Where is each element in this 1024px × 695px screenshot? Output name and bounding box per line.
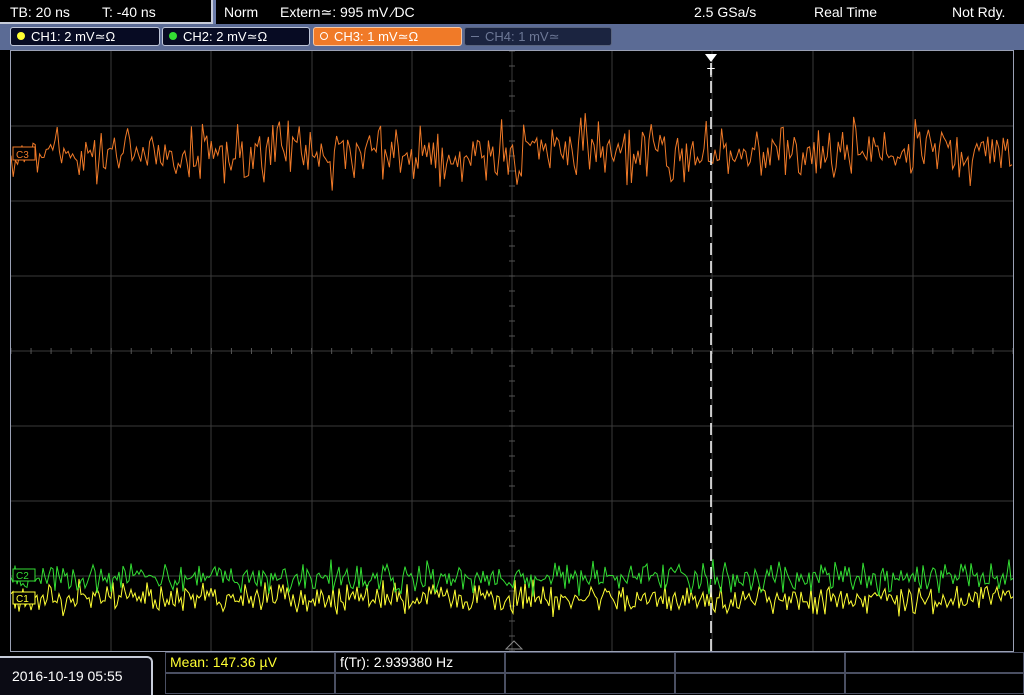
tab-ch2[interactable]: CH2: 2 mV≃Ω [162, 27, 310, 46]
ch1-color-dot [17, 32, 25, 40]
datetime-box: 2016-10-19 05:55 [0, 656, 153, 695]
graticule [11, 51, 1013, 651]
sample-rate[interactable]: 2.5 GSa/s [694, 4, 756, 20]
timebase-value[interactable]: TB: 20 ns [10, 4, 70, 20]
measurement-mean[interactable]: Mean: 147.36 µV [165, 652, 335, 673]
measurement-slot-3[interactable] [505, 652, 675, 673]
measurement-panel: Mean: 147.36 µV f(Tr): 2.939380 Hz [165, 652, 1024, 695]
measurement-slot-6[interactable] [165, 673, 335, 694]
measurement-slot-7[interactable] [335, 673, 505, 694]
tab-ch4[interactable]: CH4: 1 mV≃ [464, 27, 612, 46]
measurement-mean-value: Mean: 147.36 µV [170, 654, 277, 670]
ch3-label: CH3: 1 mV≃Ω [334, 29, 419, 44]
timebase-box[interactable]: TB: 20 ns T: -40 ns [0, 0, 213, 24]
ch3-marker-label: C3 [16, 150, 29, 161]
ch3-offset-marker[interactable]: C3 [12, 146, 36, 161]
ch3-color-dot [320, 32, 328, 40]
top-status-bar: TB: 20 ns T: -40 ns Norm Extern≃: 995 mV… [0, 0, 1024, 24]
run-status: Not Rdy. [952, 4, 1006, 20]
measurement-frequency[interactable]: f(Tr): 2.939380 Hz [335, 652, 505, 673]
acq-realtime-mode[interactable]: Real Time [814, 4, 877, 20]
ch1-label: CH1: 2 mV≃Ω [31, 29, 116, 44]
datetime-value: 2016-10-19 05:55 [12, 668, 123, 684]
waveform-canvas[interactable]: T C3 C2 C1 [11, 51, 1013, 651]
horizontal-position-marker-icon[interactable] [504, 640, 524, 650]
trigger-source[interactable]: Extern≃: 995 mV ∕DC [280, 4, 415, 21]
trigger-label: T [707, 65, 715, 80]
tab-ch1[interactable]: CH1: 2 mV≃Ω [10, 27, 160, 46]
acquisition-status: Norm Extern≃: 995 mV ∕DC 2.5 GSa/s Real … [216, 0, 1024, 24]
ch2-marker-label: C2 [16, 571, 29, 582]
measurement-slot-9[interactable] [675, 673, 845, 694]
ch4-label: CH4: 1 mV≃ [485, 29, 560, 44]
trigger-offset-value[interactable]: T: -40 ns [102, 4, 156, 20]
ch2-label: CH2: 2 mV≃Ω [183, 29, 268, 44]
tab-ch3[interactable]: CH3: 1 mV≃Ω [313, 27, 462, 46]
measurement-slot-8[interactable] [505, 673, 675, 694]
measurement-frequency-value: f(Tr): 2.939380 Hz [340, 654, 454, 670]
ch2-color-dot [169, 32, 177, 40]
channel-tabs-bar: CH1: 2 mV≃Ω CH2: 2 mV≃Ω CH3: 1 mV≃Ω CH4:… [0, 24, 1024, 50]
ch1-marker-label: C1 [16, 594, 29, 605]
measurement-slot-4[interactable] [675, 652, 845, 673]
acq-mode[interactable]: Norm [224, 4, 258, 20]
trigger-arrow-icon[interactable] [705, 54, 717, 62]
waveform-display[interactable]: T C3 C2 C1 [10, 50, 1014, 652]
ch2-offset-marker[interactable]: C2 [12, 568, 36, 582]
measurement-slot-5[interactable] [845, 652, 1024, 673]
ch1-offset-marker[interactable]: C1 [12, 591, 36, 605]
ch4-off-indicator [471, 36, 479, 37]
measurement-slot-10[interactable] [845, 673, 1024, 694]
